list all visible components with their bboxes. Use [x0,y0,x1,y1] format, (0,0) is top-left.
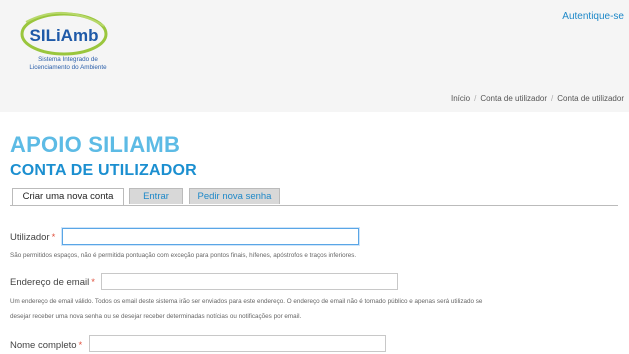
breadcrumb: Início / Conta de utilizador / Conta de util… [451,94,624,103]
site-header: SILiAmb Sistema Integrado de Licenciamen… [0,0,629,112]
breadcrumb-home[interactable]: Início [451,94,470,103]
page-subtitle: CONTA DE UTILIZADOR [10,162,197,179]
required-mark: * [78,340,83,351]
username-input[interactable] [62,228,359,245]
username-help: São permitidos espaços, não é permitida … [10,252,357,259]
logo-text: SILiAmb [30,26,99,45]
logo-subtitle-line-2: Licenciamento do Ambiente [29,64,107,71]
breadcrumb-current: Conta de utilizador [557,94,624,103]
required-mark: * [51,232,56,243]
tab-login[interactable]: Entrar [129,188,183,204]
siliamb-logo-icon: SILiAmb [20,12,108,56]
email-help-line-1: Um endereço de email válido. Todos os em… [10,298,483,305]
fullname-input[interactable] [89,335,386,352]
page-title: APOIO SILIAMB [10,132,181,157]
breadcrumb-account[interactable]: Conta de utilizador [480,94,547,103]
fullname-label: Nome completo * [10,340,82,351]
breadcrumb-separator: / [474,94,477,103]
logo-subtitle-line-1: Sistema Integrado de [38,56,98,63]
breadcrumb-separator: / [551,94,554,103]
fullname-label-text: Nome completo [10,340,77,351]
tab-request-password[interactable]: Pedir nova senha [189,188,280,204]
email-input[interactable] [101,273,398,290]
username-label-text: Utilizador [10,232,50,243]
username-label: Utilizador * [10,232,55,243]
required-mark: * [91,277,95,288]
tab-create-account[interactable]: Criar uma nova conta [12,188,124,205]
login-link[interactable]: Autentique-se [562,11,624,22]
email-label: Endereço de email * [10,277,95,288]
siliamb-logo[interactable]: SILiAmb Sistema Integrado de Licenciamen… [6,4,126,80]
logo-subtitle: Sistema Integrado de Licenciamento do Am… [6,56,130,72]
account-tabs: Criar uma nova conta Entrar Pedir nova s… [10,188,618,206]
email-help-line-2: desejar receber uma nova senha ou se des… [10,313,302,320]
email-label-text: Endereço de email [10,277,90,288]
email-help: Um endereço de email válido. Todos os em… [10,294,620,324]
